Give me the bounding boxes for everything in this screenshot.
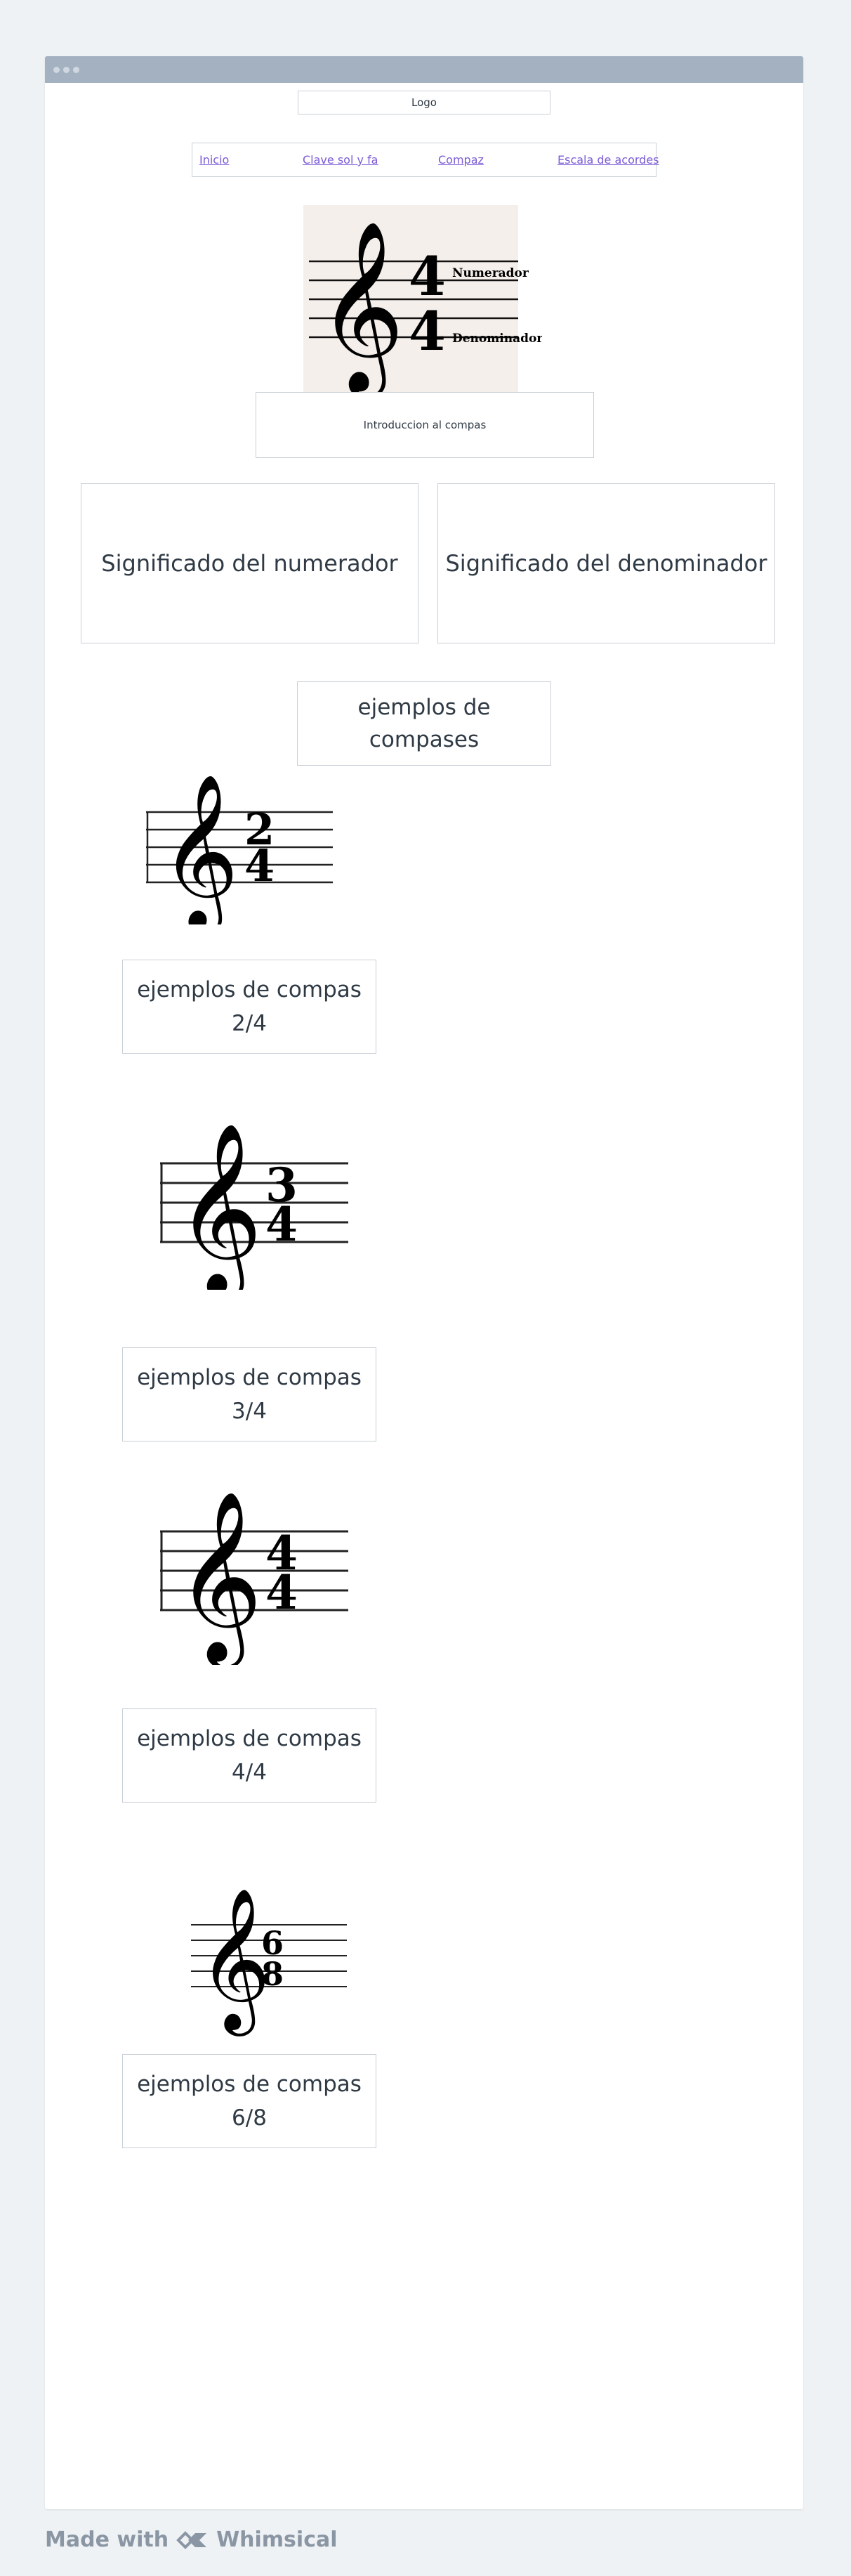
made-with-label: Made with [45,2528,169,2552]
logo-box[interactable]: Logo [298,91,550,115]
hero-staff: 𝄞 4 4 Numerador Denominador [309,219,543,399]
example-caption-line1: ejemplos de compas [137,1725,362,1751]
nav-link-clave[interactable]: Clave sol y fa [303,153,378,166]
numerator-meaning-label: Significado del numerador [101,550,398,577]
denominator-meaning-box[interactable]: Significado del denominador [437,483,775,643]
example-denominator: 4 [265,1197,298,1252]
whimsical-logo-icon [176,2530,207,2549]
example-caption-box[interactable]: ejemplos de compas 6/8 [122,2054,376,2148]
example-denominator: 8 [261,1955,284,1993]
window-dot [53,67,60,73]
example-caption-line2: 4/4 [232,1760,267,1785]
example-caption-box[interactable]: ejemplos de compas 4/4 [122,1708,376,1803]
example-caption-box[interactable]: ejemplos de compas 2/4 [122,960,376,1054]
window-titlebar [45,56,803,83]
example-caption-box[interactable]: ejemplos de compas 3/4 [122,1347,376,1441]
numerator-meaning-box[interactable]: Significado del numerador [81,483,418,643]
hero-time-signature-image: 𝄞 4 4 Numerador Denominador [303,205,543,399]
examples-heading-line2: compases [369,727,480,752]
example-denominator: 4 [265,1565,298,1620]
example-denominator: 4 [244,840,275,891]
example-caption-line1: ejemplos de compas [137,976,362,1002]
intro-label: Introduccion al compas [363,419,487,431]
wireframe-frame: Logo Inicio Clave sol y fa Compaz Escala… [45,56,803,2509]
treble-clef-icon: 𝄞 [160,773,239,924]
example-staff-6-8: 𝄞 6 8 [191,1883,352,2037]
examples-heading-box[interactable]: ejemplos de compases [297,681,551,766]
example-caption-line2: 3/4 [232,1399,267,1424]
examples-heading-line1: ejemplos de [357,694,491,720]
example-caption-line1: ejemplos de compas [137,1364,362,1390]
hero-numerator-label: Numerador [452,266,529,280]
nav-link-inicio[interactable]: Inicio [199,153,229,166]
hero-numerator-digit: 4 [409,245,446,308]
example-caption-line2: 6/8 [232,2105,267,2131]
nav-link-escala[interactable]: Escala de acordes [558,153,659,166]
window-dot [63,67,70,73]
logo-label: Logo [411,96,437,109]
treble-clef-icon: 𝄞 [176,1489,263,1665]
denominator-meaning-label: Significado del denominador [445,550,767,577]
example-caption-line2: 2/4 [232,1011,267,1036]
window-dot [73,67,79,73]
example-staff-4-4: 𝄞 4 4 [160,1482,350,1669]
example-staff-3-4: 𝄞 3 4 [160,1114,350,1301]
nav-bar: Inicio Clave sol y fa Compaz Escala de a… [192,143,659,177]
brand-name: Whimsical [216,2528,338,2552]
example-caption-line1: ejemplos de compas [137,2071,362,2097]
treble-clef-icon: 𝄞 [176,1121,263,1290]
hero-denominator-digit: 4 [409,300,446,362]
treble-clef-icon: 𝄞 [317,219,404,393]
example-staff-2-4: 𝄞 2 4 [146,763,336,935]
intro-box[interactable]: Introduccion al compas [256,392,594,458]
hero-denominator-label: Denominador [452,332,542,346]
nav-link-compaz[interactable]: Compaz [438,153,484,166]
made-with-footer[interactable]: Made with Whimsical [45,2528,338,2552]
treble-clef-icon: 𝄞 [198,1888,270,2036]
